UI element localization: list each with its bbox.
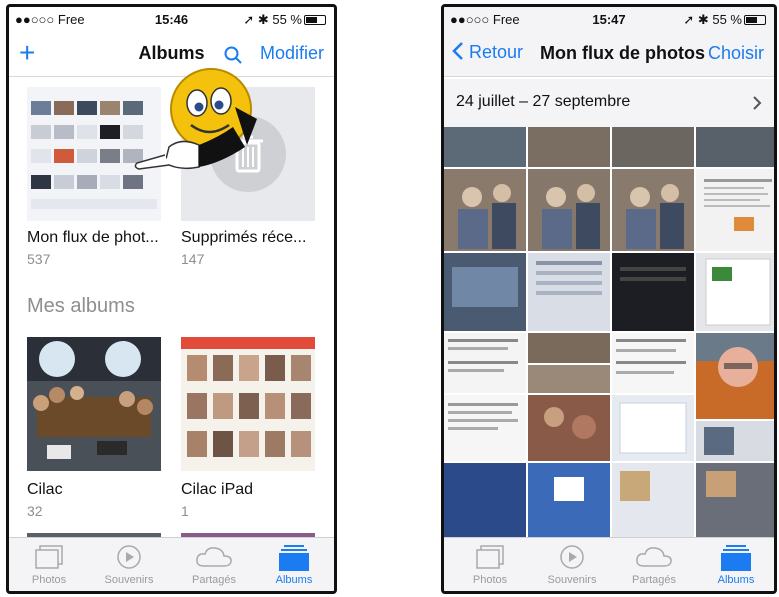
photos-tab-icon [475,544,505,575]
battery-icon [304,15,326,25]
tab-label: Photos [31,574,67,586]
page-title: Mon flux de photos [540,43,705,63]
chevron-right-icon [753,96,762,110]
search-icon[interactable] [224,46,242,69]
album-name: Supprimés réce... [181,229,307,246]
status-bar: ●●○○○ Free 15:46 ➚ ✱ 55 % [9,7,334,31]
albums-tab-icon [278,544,310,577]
battery-status: ➚ ✱ 55 % [243,12,326,28]
album-count: 1 [181,503,189,519]
tab-label: Partagés [191,574,237,586]
album-count: 147 [181,251,205,267]
tab-photos[interactable]: Photos [9,538,89,591]
tab-shared[interactable]: Partagés [174,538,254,591]
tab-shared[interactable]: Partagés [614,538,694,591]
tab-bar: Photos Souvenirs Partagés Albums [9,537,334,591]
album-name: Cilac iPad [181,481,254,498]
section-title-my-albums: Mes albums [27,295,135,317]
album-count: 537 [27,251,51,267]
albums-screen: ●●○○○ Free 15:46 ➚ ✱ 55 % + Albums Modif… [6,4,337,594]
tab-label: Albums [717,574,755,586]
status-bar: ●●○○○ Free 15:47 ➚ ✱ 55 % [444,7,774,31]
back-label: Retour [469,42,524,62]
tab-photos[interactable]: Photos [450,538,530,591]
albums-tab-icon [720,544,752,577]
tab-albums[interactable]: Albums [254,538,334,591]
memories-tab-icon [558,544,586,575]
tab-label: Albums [275,574,313,586]
back-chevron-icon [452,42,463,60]
memories-tab-icon [115,544,143,575]
album-thumb-cilac[interactable] [27,337,161,471]
album-count: 32 [27,503,43,519]
choose-button[interactable]: Choisir [708,43,764,64]
photos-tab-icon [34,544,64,575]
back-button[interactable]: Retour [452,41,523,63]
tab-label: Partagés [631,574,677,586]
tab-label: Photos [472,574,508,586]
album-thumb-cilac-ipad[interactable] [181,337,315,471]
tab-memories[interactable]: Souvenirs [89,538,169,591]
battery-percent: 55 % [712,12,742,27]
photostream-screen: ●●○○○ Free 15:47 ➚ ✱ 55 % Retour Mon flu… [441,4,777,594]
tab-memories[interactable]: Souvenirs [532,538,612,591]
date-range-label: 24 juillet – 27 septembre [456,93,631,110]
battery-percent: 55 % [272,12,302,27]
tab-label: Souvenirs [104,574,154,586]
album-name: Mon flux de phot... [27,229,159,246]
album-name: Cilac [27,481,63,498]
tab-label: Souvenirs [547,574,597,586]
battery-status: ➚ ✱ 55 % [683,12,766,28]
battery-icon [744,15,766,25]
tab-albums[interactable]: Albums [696,538,774,591]
date-range-header[interactable]: 24 juillet – 27 septembre [444,79,774,127]
photo-grid [444,127,774,543]
cloud-tab-icon [634,544,674,575]
edit-button[interactable]: Modifier [260,43,324,64]
nav-bar: Retour Mon flux de photos Choisir [444,31,774,77]
smiley-pointer-icon [129,67,269,192]
cloud-tab-icon [194,544,234,575]
tab-bar: Photos Souvenirs Partagés Albums [444,537,774,591]
